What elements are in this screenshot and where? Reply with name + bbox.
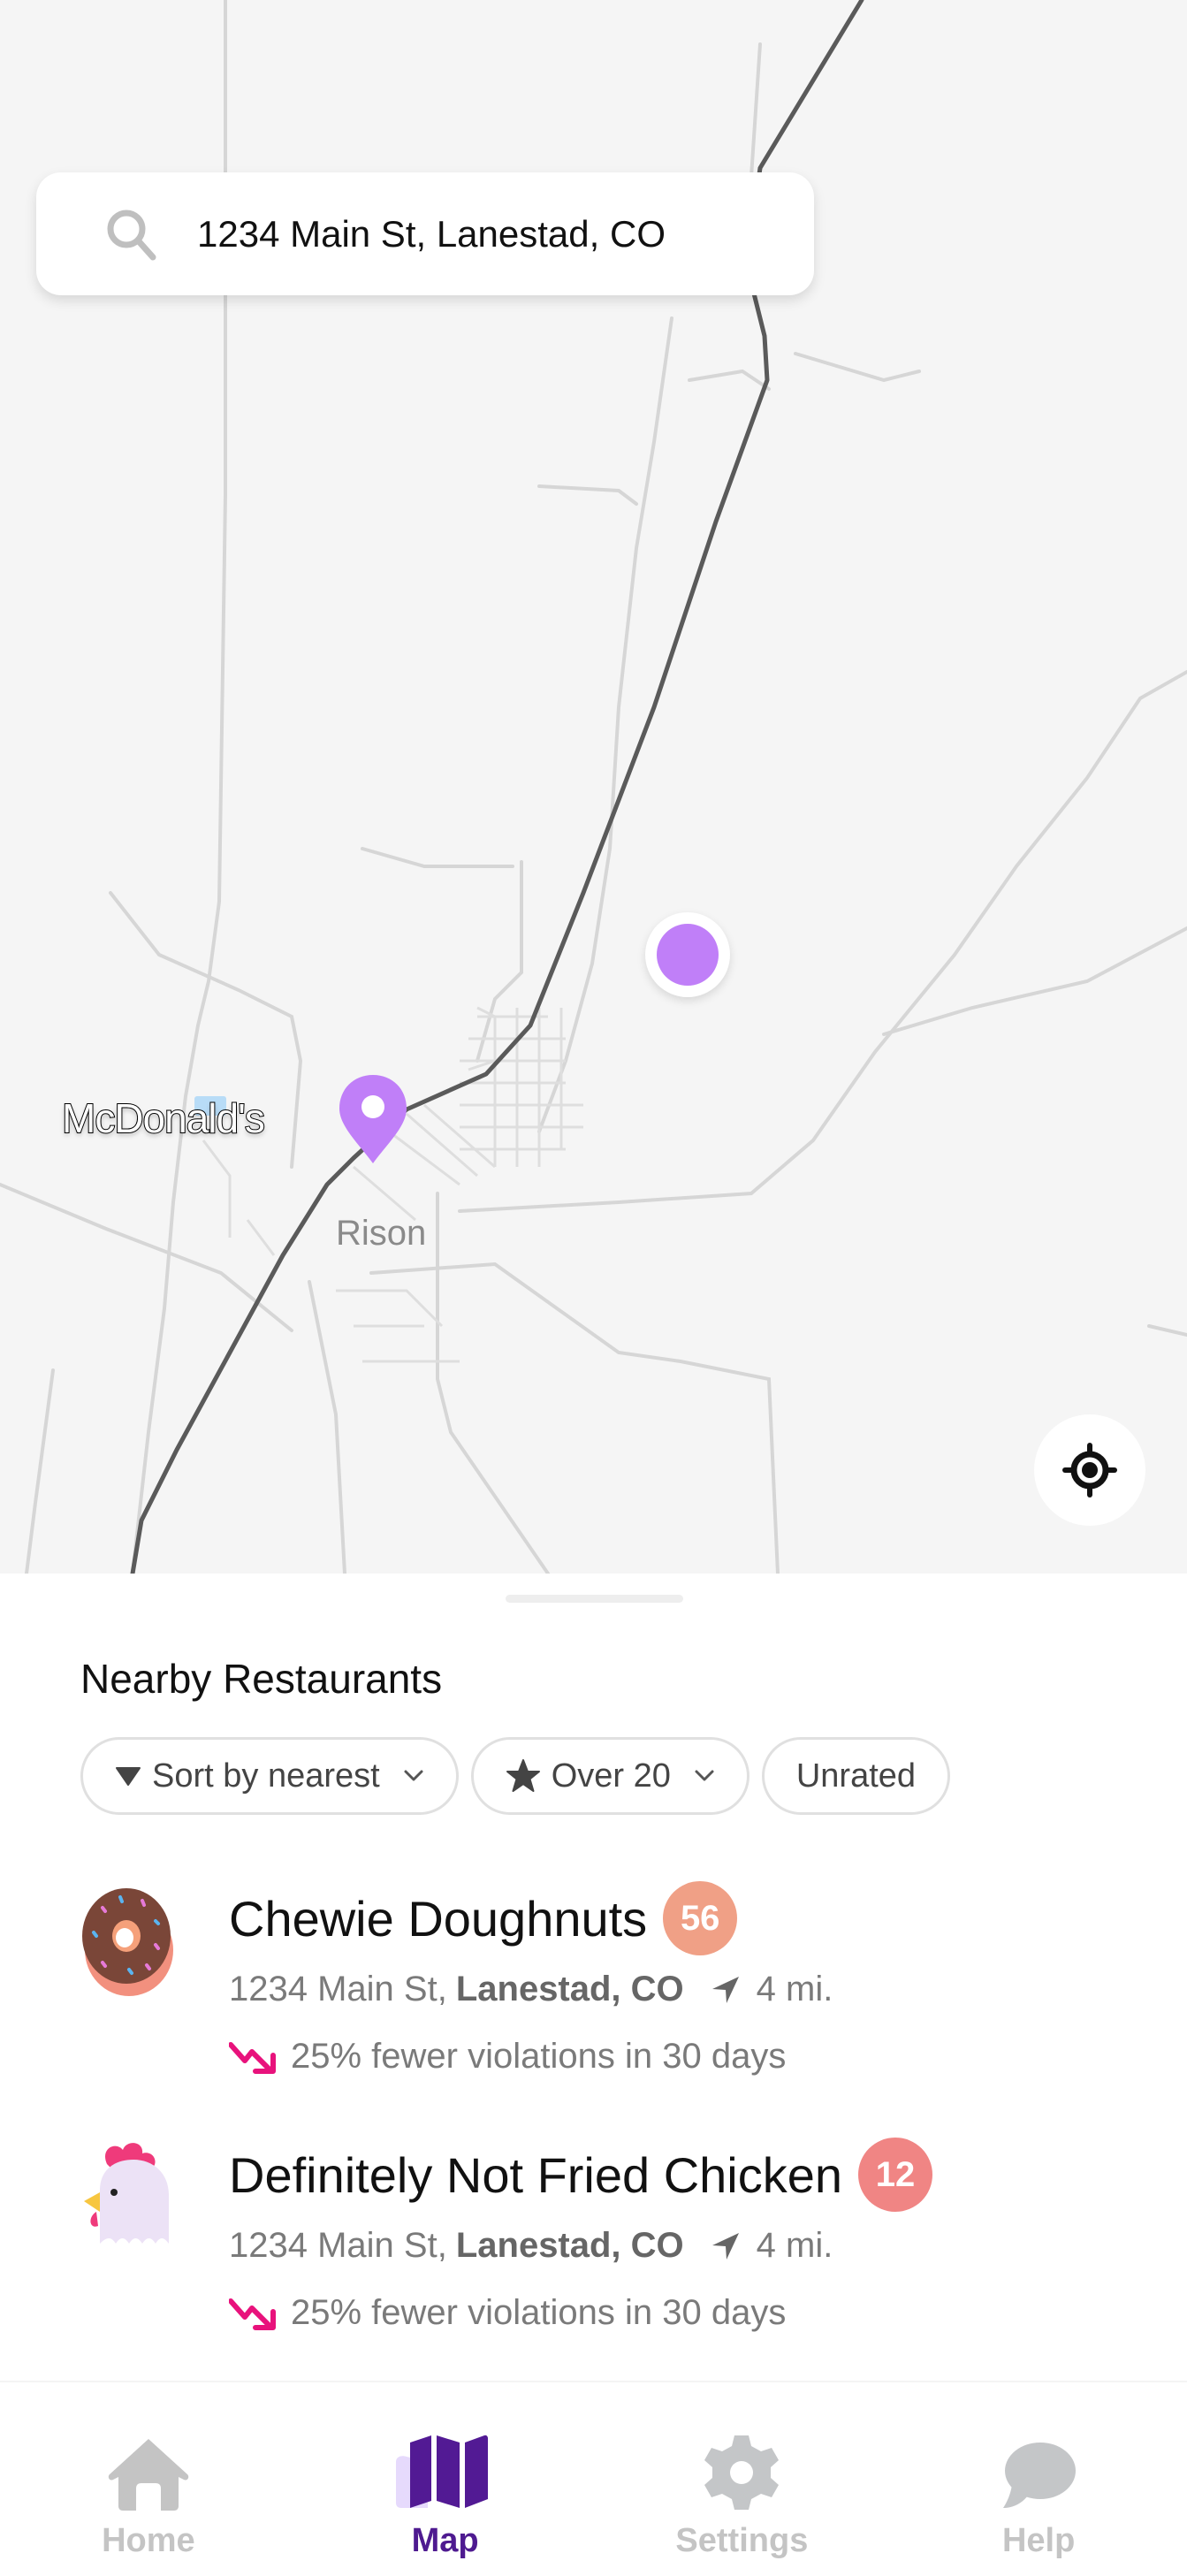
chat-bubble-icon [1003, 2443, 1077, 2508]
restaurant-name-text: Chewie Doughnuts [229, 1890, 648, 1947]
filter-chips: Sort by nearest Over 20 Unrated [80, 1737, 951, 1815]
distance-value: 4 mi. [756, 2226, 833, 2265]
restaurant-address: 1234 Main St, Lanestad, CO 4 mi. [229, 2226, 833, 2266]
search-input[interactable] [195, 211, 800, 256]
score-badge: 56 [663, 1881, 738, 1955]
score-badge: 12 [858, 2138, 933, 2212]
doughnut-icon [82, 1888, 173, 1996]
address-street: 1234 Main St, [229, 1970, 447, 2008]
unrated-filter-chip[interactable]: Unrated [761, 1737, 951, 1815]
bottom-tab-bar: Home Map Settings Help [0, 2381, 1187, 2576]
trend-text: 25% fewer violations in 30 days [291, 2037, 787, 2076]
tab-help[interactable]: Help [890, 2382, 1187, 2576]
star-icon [506, 1758, 541, 1794]
chicken-icon [84, 2143, 169, 2244]
locate-me-button[interactable] [1034, 1414, 1145, 1526]
tab-label: Home [102, 2522, 195, 2559]
tab-home[interactable]: Home [0, 2382, 297, 2576]
gear-icon [704, 2435, 780, 2510]
search-bar[interactable] [36, 172, 814, 295]
tab-settings[interactable]: Settings [594, 2382, 891, 2576]
map-view[interactable]: McDonald's Rison [0, 0, 1187, 1574]
search-icon [107, 210, 156, 260]
map-icon [395, 2435, 488, 2508]
navigation-arrow-icon [711, 2232, 739, 2260]
tab-label: Map [411, 2522, 479, 2559]
restaurant-name: Definitely Not Fried Chicken 12 [229, 2138, 933, 2212]
town-label: Rison [336, 1214, 427, 1253]
chevron-down-icon [694, 1769, 715, 1783]
restaurant-address: 1234 Main St, Lanestad, CO 4 mi. [229, 1970, 833, 2009]
restaurant-name: Chewie Doughnuts 56 [229, 1881, 738, 1955]
sort-filter-label: Sort by nearest [152, 1757, 380, 1795]
user-location-dot [645, 912, 730, 997]
crosshair-icon [1062, 1443, 1117, 1498]
restaurant-name-text: Definitely Not Fried Chicken [229, 2146, 843, 2203]
unrated-filter-label: Unrated [795, 1757, 917, 1795]
tab-label: Help [1001, 2522, 1076, 2559]
trending-down-icon [229, 2039, 278, 2075]
distance-value: 4 mi. [756, 1970, 833, 2008]
distance: 4 mi. [711, 2226, 833, 2266]
tab-map[interactable]: Map [297, 2382, 594, 2576]
map-pin-icon[interactable] [338, 1073, 408, 1165]
triangle-down-icon [115, 1765, 141, 1787]
poi-label-mcdonalds[interactable]: McDonald's [61, 1094, 266, 1142]
sheet-title: Nearby Restaurants [80, 1656, 443, 1702]
navigation-arrow-icon [711, 1976, 739, 2003]
violation-trend: 25% fewer violations in 30 days [229, 2037, 786, 2077]
chevron-down-icon [403, 1769, 424, 1783]
trend-text: 25% fewer violations in 30 days [291, 2293, 787, 2332]
address-city: Lanestad, CO [455, 1970, 684, 2008]
violation-trend: 25% fewer violations in 30 days [229, 2293, 786, 2333]
distance: 4 mi. [711, 1970, 833, 2009]
home-icon [108, 2439, 189, 2511]
rating-filter-label: Over 20 [551, 1757, 671, 1795]
sheet-drag-handle[interactable] [506, 1595, 683, 1603]
rating-filter-chip[interactable]: Over 20 [470, 1737, 749, 1815]
address-street: 1234 Main St, [229, 2226, 447, 2265]
tab-label: Settings [675, 2522, 809, 2559]
sort-filter-chip[interactable]: Sort by nearest [80, 1737, 459, 1815]
address-city: Lanestad, CO [455, 2226, 684, 2265]
trending-down-icon [229, 2296, 278, 2331]
